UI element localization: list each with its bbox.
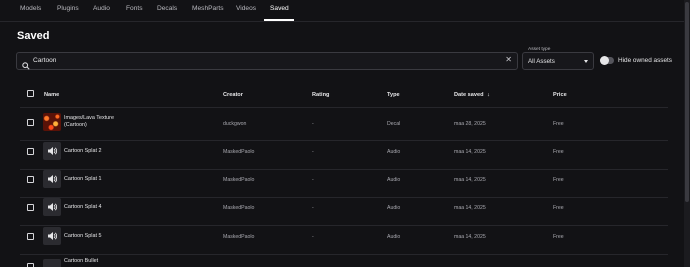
asset-name[interactable]: Images/Lava Texture (Cartoon) bbox=[64, 115, 114, 129]
asset-category-tabs: Models Plugins Audio Fonts Decals MeshPa… bbox=[0, 0, 690, 22]
asset-creator[interactable]: MaskedPaolo bbox=[223, 234, 254, 240]
table-row[interactable]: Cartoon Splat 4 MaskedPaolo - Audio maa … bbox=[0, 193, 690, 226]
asset-creator[interactable]: duckgwon bbox=[223, 121, 246, 127]
search-icon bbox=[22, 57, 30, 75]
select-all-checkbox[interactable] bbox=[27, 90, 34, 97]
asset-rating: - bbox=[312, 177, 314, 183]
tab-videos[interactable]: Videos bbox=[236, 5, 256, 12]
speaker-icon bbox=[43, 170, 61, 188]
search-query: Cartoon bbox=[33, 57, 57, 64]
asset-creator[interactable]: MaskedPaolo bbox=[223, 177, 254, 183]
asset-name[interactable]: Cartoon Splat 2 bbox=[64, 148, 101, 155]
date-saved-label: Date saved bbox=[454, 92, 484, 98]
asset-name[interactable]: Cartoon Splat 4 bbox=[64, 204, 101, 211]
asset-price: Free bbox=[553, 121, 564, 127]
tab-decals[interactable]: Decals bbox=[157, 5, 177, 12]
column-header-creator[interactable]: Creator bbox=[223, 92, 243, 98]
asset-date-saved: maa 14, 2025 bbox=[454, 205, 486, 211]
asset-date-saved: maa 28, 2025 bbox=[454, 121, 486, 127]
page-scrollbar[interactable] bbox=[684, 0, 690, 267]
row-checkbox[interactable] bbox=[27, 176, 34, 183]
asset-name[interactable]: Cartoon Splat 5 bbox=[64, 233, 101, 240]
page-title: Saved bbox=[17, 30, 50, 42]
asset-price: Free bbox=[553, 149, 564, 155]
asset-creator[interactable]: MaskedPaolo bbox=[223, 205, 254, 211]
speaker-icon bbox=[43, 142, 61, 160]
column-header-price[interactable]: Price bbox=[553, 92, 567, 98]
sort-arrow-down-icon: ↓ bbox=[487, 92, 490, 98]
tab-audio[interactable]: Audio bbox=[93, 5, 110, 12]
row-checkbox[interactable] bbox=[27, 263, 34, 267]
tab-meshparts[interactable]: MeshParts bbox=[192, 5, 224, 12]
speaker-icon bbox=[43, 259, 61, 267]
asset-date-saved: maa 14, 2025 bbox=[454, 177, 486, 183]
tab-saved[interactable]: Saved bbox=[270, 5, 289, 12]
asset-price: Free bbox=[553, 177, 564, 183]
asset-rating: - bbox=[312, 234, 314, 240]
row-checkbox[interactable] bbox=[27, 119, 34, 126]
asset-type: Audio bbox=[387, 177, 401, 183]
column-header-type[interactable]: Type bbox=[387, 92, 400, 98]
clear-search-icon[interactable]: ✕ bbox=[505, 56, 512, 64]
lava-texture-thumbnail bbox=[43, 113, 61, 131]
asset-creator[interactable]: MaskedPaolo bbox=[223, 149, 254, 155]
asset-type: Audio bbox=[387, 149, 401, 155]
tab-fonts[interactable]: Fonts bbox=[126, 5, 143, 12]
column-header-date-saved[interactable]: Date saved ↓ bbox=[454, 92, 490, 98]
tab-models[interactable]: Models bbox=[20, 5, 41, 12]
column-header-rating[interactable]: Rating bbox=[312, 92, 329, 98]
asset-type: Audio bbox=[387, 205, 401, 211]
table-row[interactable]: Images/Lava Texture (Cartoon) duckgwon -… bbox=[0, 108, 690, 141]
row-checkbox[interactable] bbox=[27, 204, 34, 211]
asset-name[interactable]: Cartoon Bullet bbox=[64, 258, 98, 265]
asset-type: Audio bbox=[387, 234, 401, 240]
asset-type-value: All Assets bbox=[528, 58, 555, 65]
search-input[interactable]: Cartoon ✕ bbox=[16, 52, 518, 70]
asset-price: Free bbox=[553, 205, 564, 211]
speaker-icon bbox=[43, 198, 61, 216]
table-row[interactable]: Cartoon Splat 5 MaskedPaolo - Audio maa … bbox=[0, 222, 690, 255]
asset-type: Decal bbox=[387, 121, 401, 127]
toggle-knob bbox=[600, 56, 609, 65]
active-tab-indicator bbox=[264, 19, 294, 21]
hide-owned-label: Hide owned assets bbox=[618, 57, 672, 64]
hide-owned-toggle[interactable] bbox=[600, 56, 614, 65]
asset-type-select[interactable]: All Assets bbox=[522, 52, 594, 70]
scrollbar-thumb[interactable] bbox=[685, 2, 689, 202]
tab-plugins[interactable]: Plugins bbox=[57, 5, 79, 12]
row-checkbox[interactable] bbox=[27, 148, 34, 155]
table-row[interactable]: Cartoon Bullet bbox=[0, 252, 690, 267]
asset-price: Free bbox=[553, 234, 564, 240]
caret-down-icon bbox=[584, 60, 588, 63]
speaker-icon bbox=[43, 227, 61, 245]
asset-rating: - bbox=[312, 149, 314, 155]
asset-rating: - bbox=[312, 121, 314, 127]
asset-date-saved: maa 14, 2025 bbox=[454, 234, 486, 240]
asset-date-saved: maa 14, 2025 bbox=[454, 149, 486, 155]
column-header-name[interactable]: Name bbox=[44, 92, 59, 98]
asset-type-label: Asset type bbox=[527, 47, 552, 52]
asset-rating: - bbox=[312, 205, 314, 211]
asset-name[interactable]: Cartoon Splat 1 bbox=[64, 176, 101, 183]
row-checkbox[interactable] bbox=[27, 233, 34, 240]
